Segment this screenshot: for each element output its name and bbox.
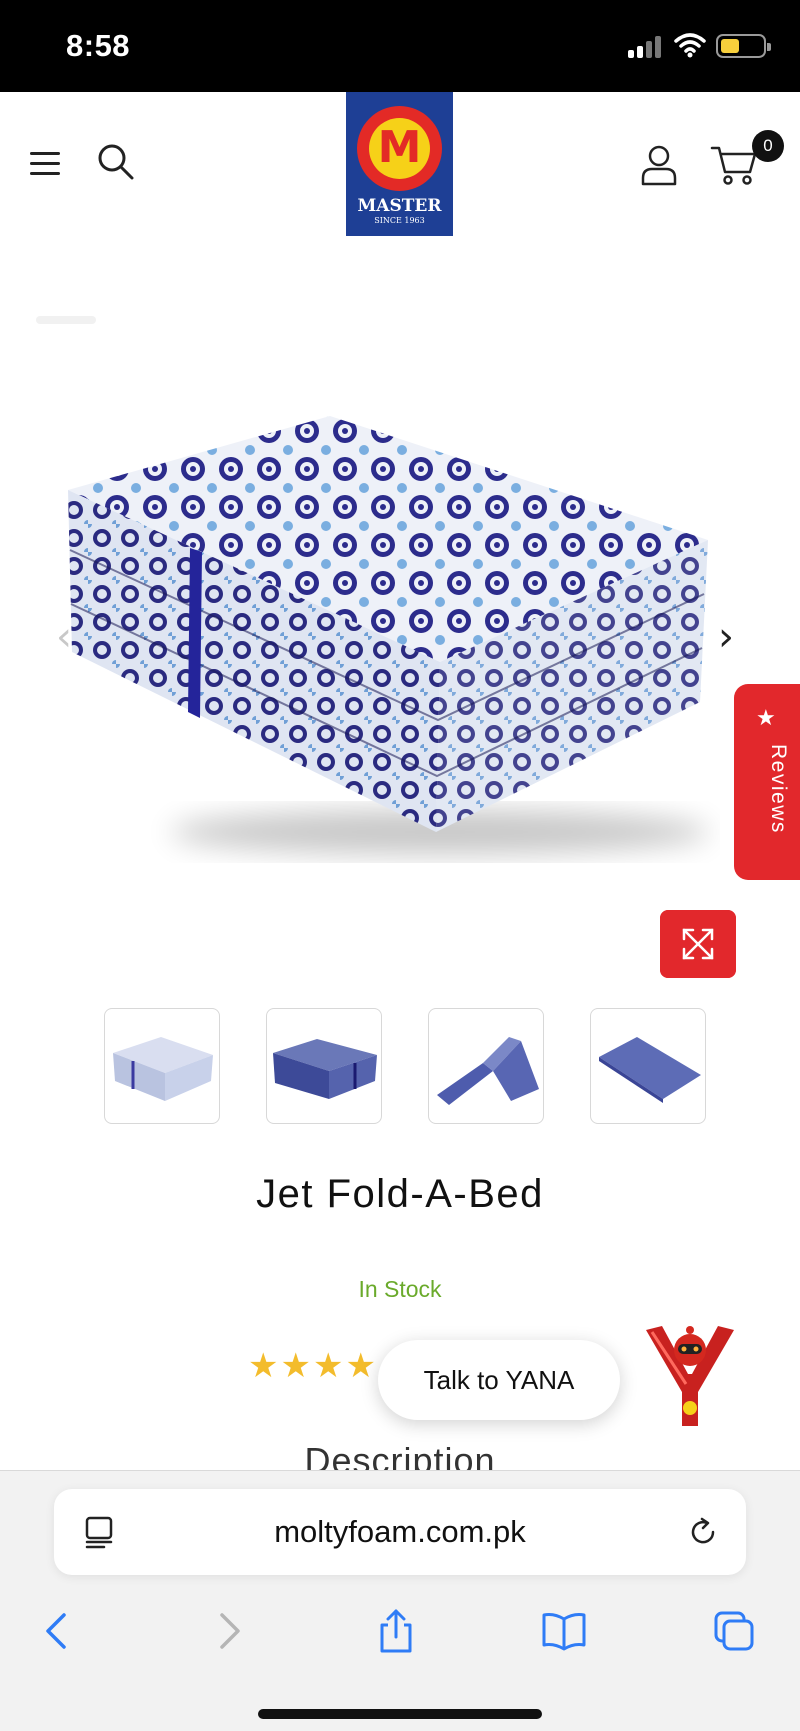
search-icon[interactable] — [96, 142, 136, 182]
reload-icon[interactable] — [686, 1515, 720, 1549]
logo-letter: M — [377, 122, 422, 173]
reviews-tab[interactable]: ★ Reviews — [734, 684, 800, 880]
product-main-image — [68, 416, 710, 854]
logo-since: SINCE 1963 — [374, 216, 425, 225]
site-header: M MASTER SINCE 1963 0 — [0, 92, 800, 242]
menu-icon[interactable] — [28, 148, 64, 178]
product-title: Jet Fold-A-Bed — [256, 1172, 544, 1216]
address-bar[interactable]: moltyfoam.com.pk — [54, 1489, 746, 1575]
decorative-mark — [36, 316, 96, 324]
fullscreen-button[interactable] — [660, 910, 736, 978]
cart-icon[interactable] — [710, 142, 758, 186]
user-account-icon[interactable] — [640, 144, 678, 186]
wifi-icon — [674, 33, 706, 58]
product-page: 8:58 M MASTER SINCE 1963 0 ‹ › ★ Reviews… — [0, 0, 800, 1731]
star-icon: ★ — [756, 706, 776, 731]
thumbnail-4[interactable] — [590, 1008, 706, 1124]
stock-status: In Stock — [358, 1276, 442, 1302]
url-text: moltyfoam.com.pk — [274, 1514, 526, 1549]
thumbnail-2[interactable] — [266, 1008, 382, 1124]
forward-icon[interactable] — [206, 1609, 250, 1653]
browser-toolbar: moltyfoam.com.pk — [0, 1470, 800, 1731]
reviews-label: Reviews — [767, 744, 790, 834]
product-gallery: ‹ › — [0, 242, 800, 982]
status-bar: 8:58 — [0, 0, 800, 92]
talk-to-yana-button[interactable]: Talk to YANA — [378, 1340, 620, 1420]
thumbnail-1[interactable] — [104, 1008, 220, 1124]
bookmarks-icon[interactable] — [542, 1609, 586, 1653]
battery-icon — [716, 34, 771, 58]
cart-count-badge: 0 — [752, 130, 784, 162]
thumbnail-3[interactable] — [428, 1008, 544, 1124]
tabs-icon[interactable] — [712, 1609, 756, 1653]
cellular-signal-icon — [628, 36, 664, 58]
rating-stars[interactable]: ★★★★ — [248, 1346, 378, 1386]
home-indicator — [258, 1709, 542, 1719]
yana-robot-icon[interactable] — [642, 1318, 738, 1436]
back-icon[interactable] — [36, 1609, 80, 1653]
master-logo[interactable]: M MASTER SINCE 1963 — [346, 92, 453, 236]
share-icon[interactable] — [374, 1609, 418, 1653]
previous-image-button[interactable]: ‹ — [56, 614, 72, 660]
thumbnail-strip — [0, 1008, 800, 1124]
logo-name: MASTER — [357, 196, 442, 216]
status-time: 8:58 — [66, 28, 131, 63]
next-image-button[interactable]: › — [718, 614, 734, 660]
